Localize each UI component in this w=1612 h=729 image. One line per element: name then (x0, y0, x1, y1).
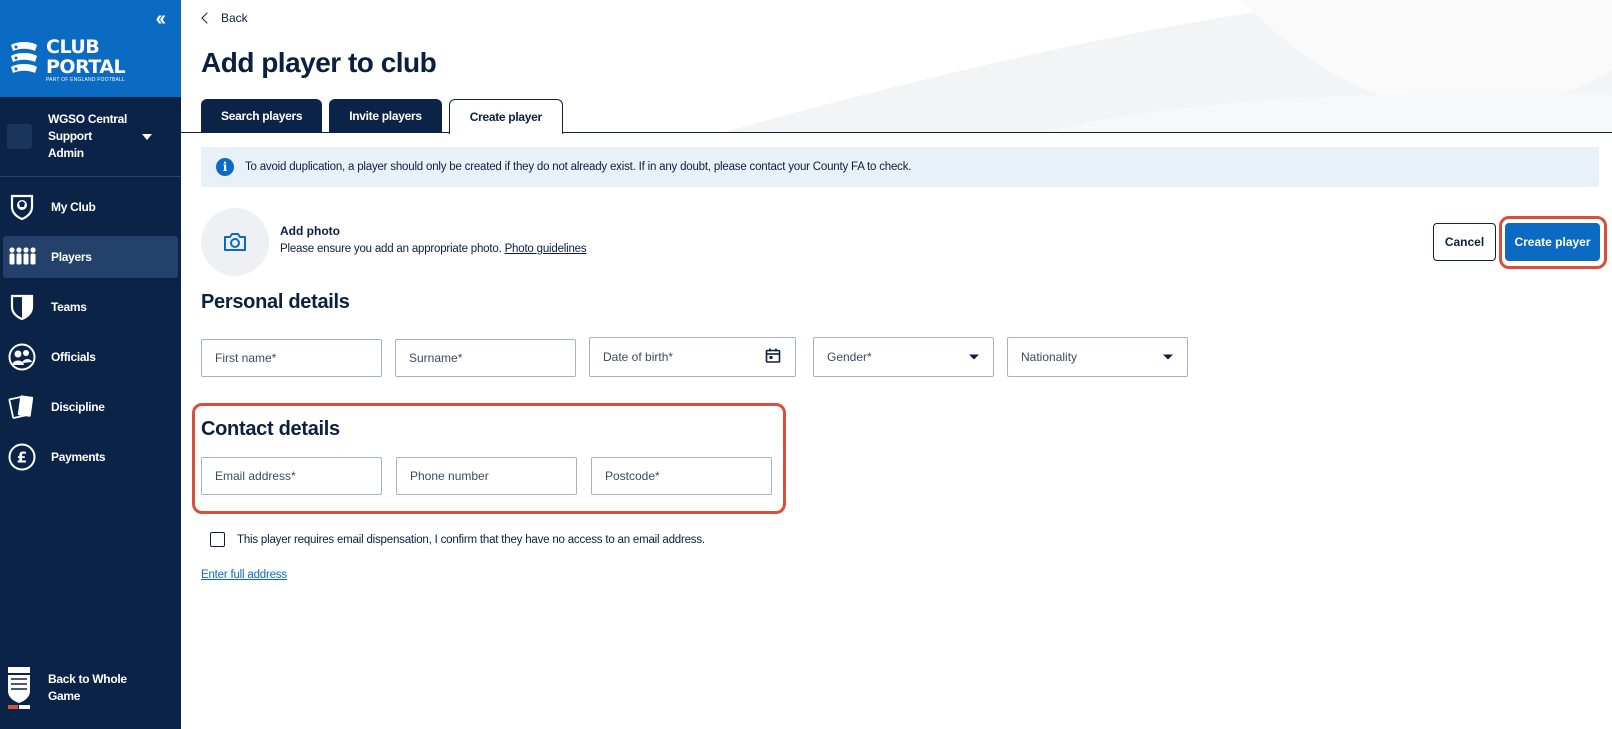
email-placeholder: Email address* (215, 469, 296, 483)
contact-details-title: Contact details (201, 418, 340, 440)
tab-search-players[interactable]: Search players (201, 99, 323, 133)
collapse-sidebar-icon[interactable]: ‹‹ (156, 8, 166, 31)
logo-title-line2: PORTAL (46, 56, 126, 78)
sidebar-item-label: Officials (51, 350, 96, 364)
add-photo-title: Add photo (280, 224, 340, 238)
gender-select[interactable]: Gender* (813, 337, 994, 377)
officials-icon (7, 342, 37, 372)
postcode-placeholder: Postcode* (605, 469, 660, 483)
surname-field[interactable]: Surname* (395, 339, 576, 377)
sidebar-nav: My Club Players Teams Officials Discipli… (0, 186, 181, 486)
create-player-button[interactable]: Create player (1505, 223, 1600, 261)
page-title: Add player to club (201, 47, 437, 78)
date-of-birth-placeholder: Date of birth* (603, 350, 674, 364)
svg-text:£: £ (17, 449, 27, 467)
sidebar-item-label: Players (51, 250, 92, 264)
surname-placeholder: Surname* (409, 351, 463, 365)
sidebar-item-label: Discipline (51, 400, 105, 414)
add-photo-button[interactable] (201, 208, 269, 276)
user-switcher[interactable]: WGSO Central Support Admin (0, 97, 181, 177)
enter-full-address-link[interactable]: Enter full address (201, 569, 287, 581)
info-banner: i To avoid duplication, a player should … (201, 147, 1599, 187)
sidebar-item-label: My Club (51, 200, 96, 214)
nationality-select[interactable]: Nationality (1007, 337, 1188, 377)
logo-title-line1: CLUB (46, 36, 100, 58)
tab-invite-players[interactable]: Invite players (329, 99, 442, 133)
back-to-whole-game-link[interactable]: Back to Whole Game (0, 665, 181, 711)
chevron-left-icon (201, 12, 213, 24)
chevron-down-icon (969, 354, 979, 360)
email-dispensation-row: This player requires email dispensation,… (210, 532, 705, 547)
postcode-field[interactable]: Postcode* (591, 457, 772, 495)
cancel-button[interactable]: Cancel (1433, 223, 1496, 261)
sidebar: ‹‹ CLUB PORTAL PART OF ENGLAND FOOTBALL … (0, 0, 181, 729)
sidebar-item-officials[interactable]: Officials (3, 336, 178, 378)
sidebar-item-teams[interactable]: Teams (3, 286, 178, 328)
phone-number-placeholder: Phone number (410, 469, 489, 483)
sidebar-item-players[interactable]: Players (3, 236, 178, 278)
calendar-icon[interactable] (765, 348, 781, 367)
tab-bar: Search players Invite players Create pla… (201, 99, 570, 134)
logo-subtitle: PART OF ENGLAND FOOTBALL (46, 77, 125, 83)
personal-details-title: Personal details (201, 291, 350, 313)
sidebar-item-label: Teams (51, 300, 87, 314)
cards-icon (7, 392, 37, 422)
sidebar-item-payments[interactable]: £ Payments (3, 436, 178, 478)
sidebar-item-discipline[interactable]: Discipline (3, 386, 178, 428)
info-banner-text: To avoid duplication, a player should on… (245, 161, 912, 173)
shield-icon (7, 292, 37, 322)
main-content: Back Add player to club Search players I… (181, 0, 1612, 729)
three-lions-icon (11, 42, 37, 73)
camera-icon (224, 233, 246, 251)
back-to-whole-game-label: Back to Whole Game (48, 672, 127, 703)
tab-create-player[interactable]: Create player (448, 99, 563, 134)
first-name-placeholder: First name* (215, 351, 277, 365)
user-name: WGSO Central Support Admin (48, 112, 128, 160)
add-photo-description: Please ensure you add an appropriate pho… (280, 243, 587, 255)
caret-down-icon (142, 133, 152, 140)
first-name-field[interactable]: First name* (201, 339, 382, 377)
pound-icon: £ (7, 442, 37, 472)
nationality-placeholder: Nationality (1021, 350, 1078, 364)
sidebar-header: ‹‹ CLUB PORTAL PART OF ENGLAND FOOTBALL (0, 0, 181, 97)
shield-ball-icon (7, 192, 37, 222)
info-icon: i (216, 158, 234, 176)
players-icon (7, 242, 37, 272)
email-dispensation-label: This player requires email dispensation,… (237, 533, 705, 546)
phone-number-field[interactable]: Phone number (396, 457, 577, 495)
club-portal-logo[interactable]: CLUB PORTAL PART OF ENGLAND FOOTBALL (7, 36, 126, 83)
chevron-down-icon (1163, 354, 1173, 360)
back-link[interactable]: Back (201, 11, 248, 25)
photo-guidelines-link[interactable]: Photo guidelines (505, 243, 587, 255)
sidebar-item-my-club[interactable]: My Club (3, 186, 178, 228)
fa-crest-icon (8, 667, 30, 709)
email-field[interactable]: Email address* (201, 457, 382, 495)
avatar (7, 124, 32, 149)
tab-divider (181, 132, 1612, 133)
back-label: Back (221, 11, 248, 25)
sidebar-item-label: Payments (51, 450, 106, 464)
gender-placeholder: Gender* (827, 350, 872, 364)
email-dispensation-checkbox[interactable] (210, 532, 225, 547)
photo-description-text: Please ensure you add an appropriate pho… (280, 243, 502, 255)
date-of-birth-field[interactable]: Date of birth* (589, 337, 796, 377)
